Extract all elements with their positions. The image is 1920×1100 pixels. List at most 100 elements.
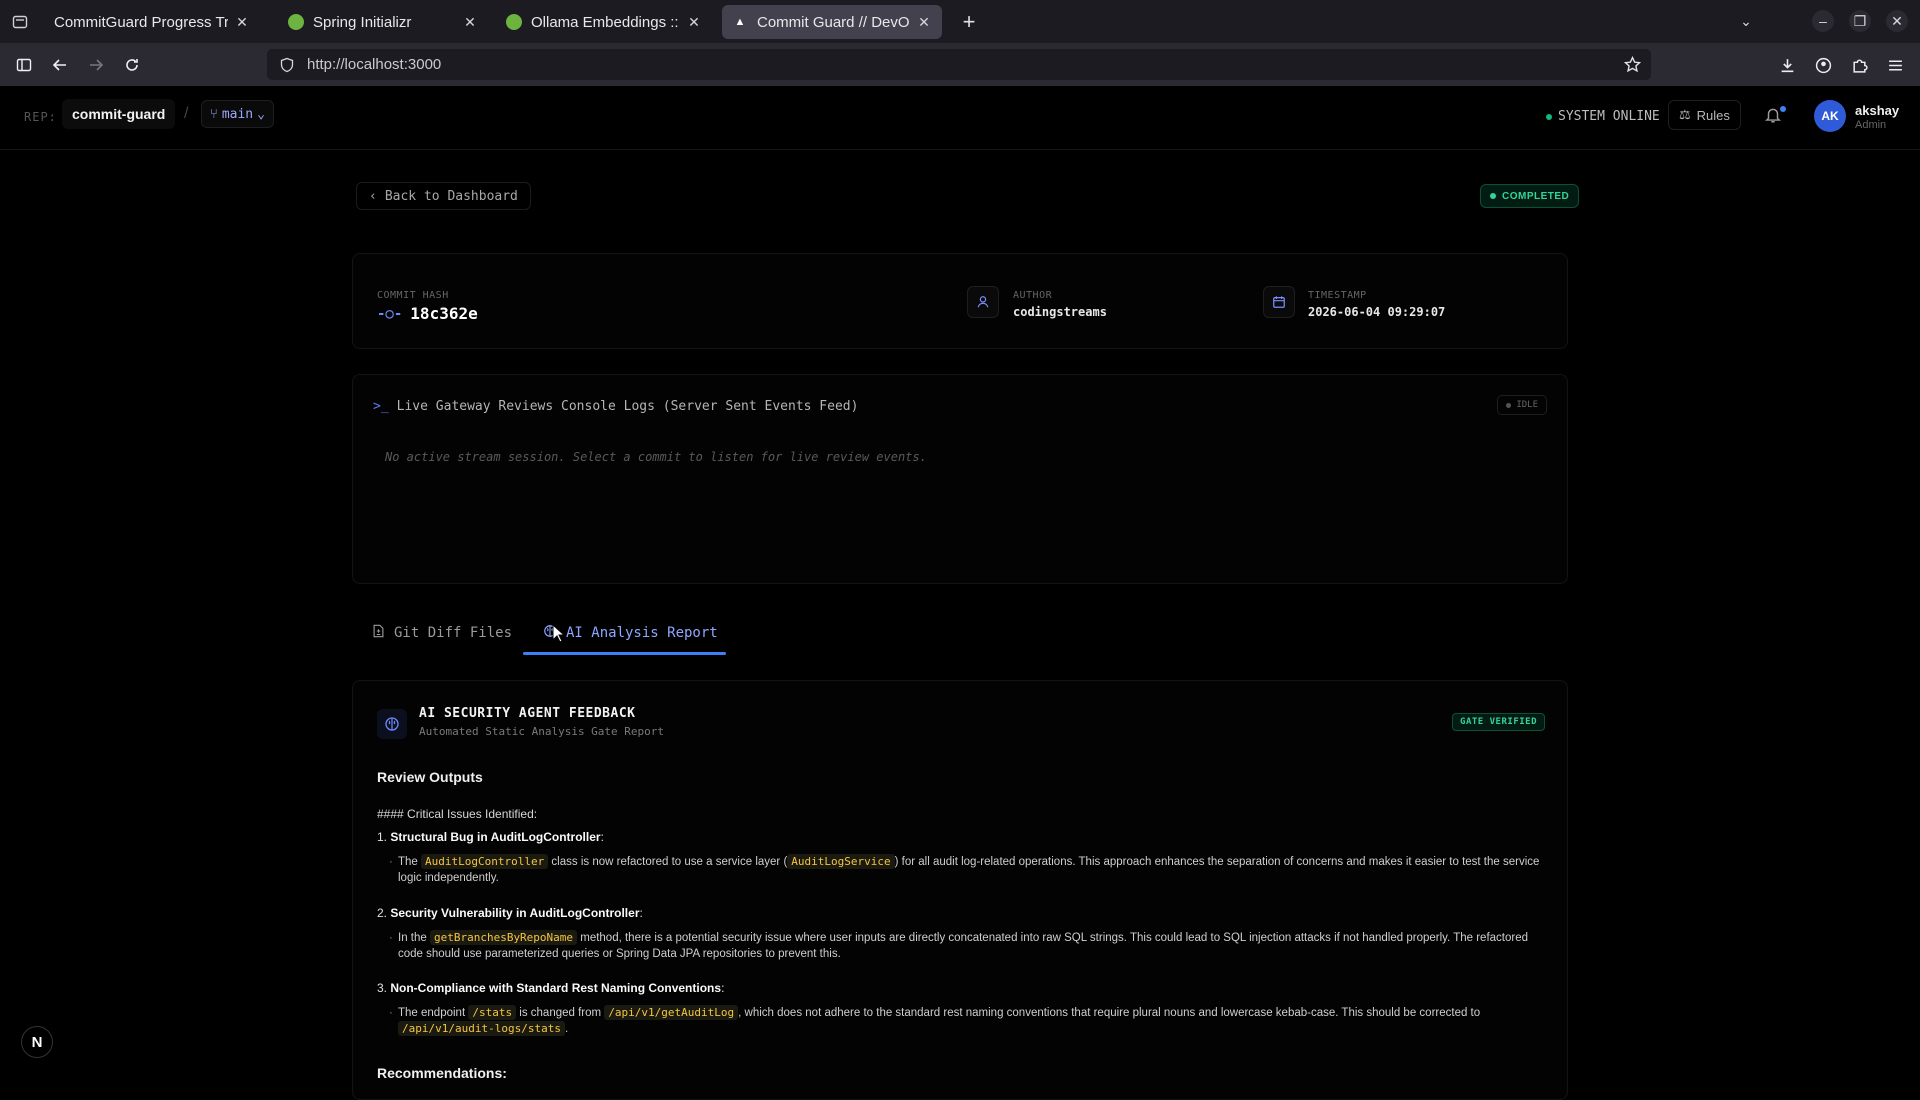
new-tab-button[interactable]: + (955, 8, 983, 36)
branch-selector[interactable]: ⑂ main ⌄ (201, 100, 274, 128)
commit-hash-label: COMMIT HASH (377, 290, 449, 301)
issue-detail-1: · The AuditLogController class is now re… (389, 854, 1548, 886)
mouse-cursor-icon (552, 624, 566, 643)
system-status-label: SYSTEM ONLINE (1558, 109, 1660, 124)
timestamp-label: TIMESTAMP (1308, 290, 1367, 301)
notification-bell-icon[interactable] (1764, 106, 1788, 130)
triangle-favicon-icon: ▲ (734, 16, 746, 28)
issue-item-2: 2. Security Vulnerability in AuditLogCon… (377, 906, 643, 920)
inline-code: AuditLogController (421, 854, 549, 869)
app-header: REP: commit-guard / ⑂ main ⌄ SYSTEM ONLI… (0, 86, 1920, 150)
browser-tab-commit-guard[interactable]: ▲ Commit Guard // DevOps ✕ (722, 5, 942, 39)
bookmark-star-icon[interactable] (1623, 55, 1642, 78)
issue-detail-2: · In the getBranchesByRepoName method, t… (389, 930, 1548, 962)
calendar-icon (1263, 286, 1295, 318)
url-text[interactable]: http://localhost:3000 (307, 56, 441, 73)
active-tab-indicator (523, 652, 726, 655)
tab-title: Ollama Embeddings :: Spr (531, 13, 680, 31)
user-role: Admin (1855, 119, 1887, 131)
issue-number: 2. (377, 906, 388, 920)
reload-icon[interactable] (120, 53, 144, 77)
status-badge: COMPLETED (1480, 184, 1580, 208)
file-diff-icon (372, 624, 385, 642)
bullet-dot: · (389, 856, 393, 868)
rules-label: Rules (1696, 107, 1730, 123)
status-dot-icon (1546, 113, 1552, 120)
issue-detail-3: · The endpoint /stats is changed from /a… (389, 1005, 1548, 1037)
status-dot-icon (1490, 193, 1496, 199)
commit-hash-value: 18c362e (410, 304, 478, 323)
spring-favicon-icon (288, 14, 304, 30)
close-tab-icon[interactable]: ✕ (916, 14, 932, 31)
critical-issues-heading: #### Critical Issues Identified: (377, 807, 538, 821)
issue-suffix: : (721, 981, 725, 995)
back-to-dashboard-button[interactable]: ‹ Back to Dashboard (356, 182, 531, 210)
timestamp-value: 2026-06-04 09:29:07 (1308, 305, 1446, 319)
gate-verified-badge: GATE VERIFIED (1452, 713, 1545, 731)
rules-button[interactable]: ⚖ Rules (1668, 100, 1741, 130)
notification-dot (1780, 106, 1786, 112)
author-value: codingstreams (1013, 305, 1107, 319)
address-bar[interactable]: http://localhost:3000 (267, 49, 1651, 80)
forward-arrow-icon[interactable] (84, 53, 108, 77)
issue-number: 1. (377, 830, 388, 844)
tab-git-diff-files[interactable]: Git Diff Files (372, 610, 512, 655)
issue-number: 3. (377, 981, 388, 995)
browser-nav-bar: http://localhost:3000 (0, 43, 1920, 86)
commit-meta-card: COMMIT HASH -○- 18c362e AUTHOR codingstr… (352, 253, 1568, 349)
scale-icon: ⚖ (1679, 107, 1691, 122)
live-logs-console: >_ Live Gateway Reviews Console Logs (Se… (352, 374, 1568, 584)
firefox-view-icon[interactable] (0, 0, 40, 43)
logs-title-text: Live Gateway Reviews Console Logs (Serve… (396, 399, 859, 414)
logs-title: >_ Live Gateway Reviews Console Logs (Se… (373, 399, 858, 414)
bullet-dot: · (389, 1007, 393, 1019)
issue-title: Structural Bug in AuditLogController (390, 830, 601, 844)
tab-title: CommitGuard Progress Track (54, 13, 228, 31)
back-arrow-icon[interactable] (48, 53, 72, 77)
detail-text: The endpoint (398, 1007, 469, 1019)
inline-code: getBranchesByRepoName (429, 930, 578, 945)
chevron-down-icon: ⌄ (257, 106, 265, 122)
browser-tab-spring-initializr[interactable]: Spring Initializr ✕ (278, 5, 488, 39)
restore-window-icon[interactable]: ❐ (1849, 10, 1871, 32)
close-tab-icon[interactable]: ✕ (462, 14, 478, 31)
inline-code: /stats (468, 1005, 517, 1020)
sidebar-toggle-icon[interactable] (12, 53, 36, 77)
breadcrumb-separator: / (184, 105, 189, 122)
stream-state-badge: IDLE (1497, 395, 1547, 415)
tab-list-chevron-icon[interactable]: ⌄ (1735, 10, 1757, 32)
nextjs-dev-indicator[interactable]: N (21, 1026, 53, 1058)
ai-report-card: AI SECURITY AGENT FEEDBACK Automated Sta… (352, 680, 1568, 1100)
browser-tab-commitguard-progress[interactable]: CommitGuard Progress Track ✕ (44, 5, 260, 39)
close-window-icon[interactable]: ✕ (1886, 10, 1908, 32)
close-tab-icon[interactable]: ✕ (686, 14, 702, 31)
shield-icon[interactable] (279, 57, 295, 73)
bullet-dot: · (389, 932, 393, 944)
account-icon[interactable] (1812, 54, 1834, 76)
downloads-icon[interactable] (1776, 54, 1798, 76)
tab-ai-analysis-report[interactable]: AI Analysis Report (543, 610, 718, 655)
issue-suffix: : (600, 830, 604, 844)
extensions-puzzle-icon[interactable] (1848, 54, 1870, 76)
repo-name[interactable]: commit-guard (62, 99, 176, 129)
status-dot-icon (1506, 402, 1512, 408)
report-subtitle: Automated Static Analysis Gate Report (419, 725, 665, 738)
detail-text: The (398, 856, 422, 868)
tab-title: Spring Initializr (313, 13, 412, 31)
inline-code: /api/v1/getAuditLog (604, 1005, 739, 1020)
user-icon (967, 286, 999, 318)
git-branch-icon: ⑂ (210, 106, 218, 122)
user-name: akshay (1855, 103, 1900, 118)
detail-text: class is now refactored to use a service… (548, 856, 788, 868)
minimize-window-icon[interactable]: – (1812, 10, 1834, 32)
close-tab-icon[interactable]: ✕ (234, 14, 250, 31)
hamburger-menu-icon[interactable] (1884, 54, 1906, 76)
status-label: COMPLETED (1502, 190, 1570, 202)
report-title: AI SECURITY AGENT FEEDBACK (419, 706, 636, 721)
tab-label: Git Diff Files (394, 624, 513, 641)
tab-title: Commit Guard // DevOps (757, 13, 910, 31)
author-label: AUTHOR (1013, 290, 1053, 301)
detail-text: In the (398, 932, 430, 944)
avatar[interactable]: AK (1814, 100, 1846, 132)
browser-tab-ollama-embeddings[interactable]: Ollama Embeddings :: Spr ✕ (496, 5, 712, 39)
